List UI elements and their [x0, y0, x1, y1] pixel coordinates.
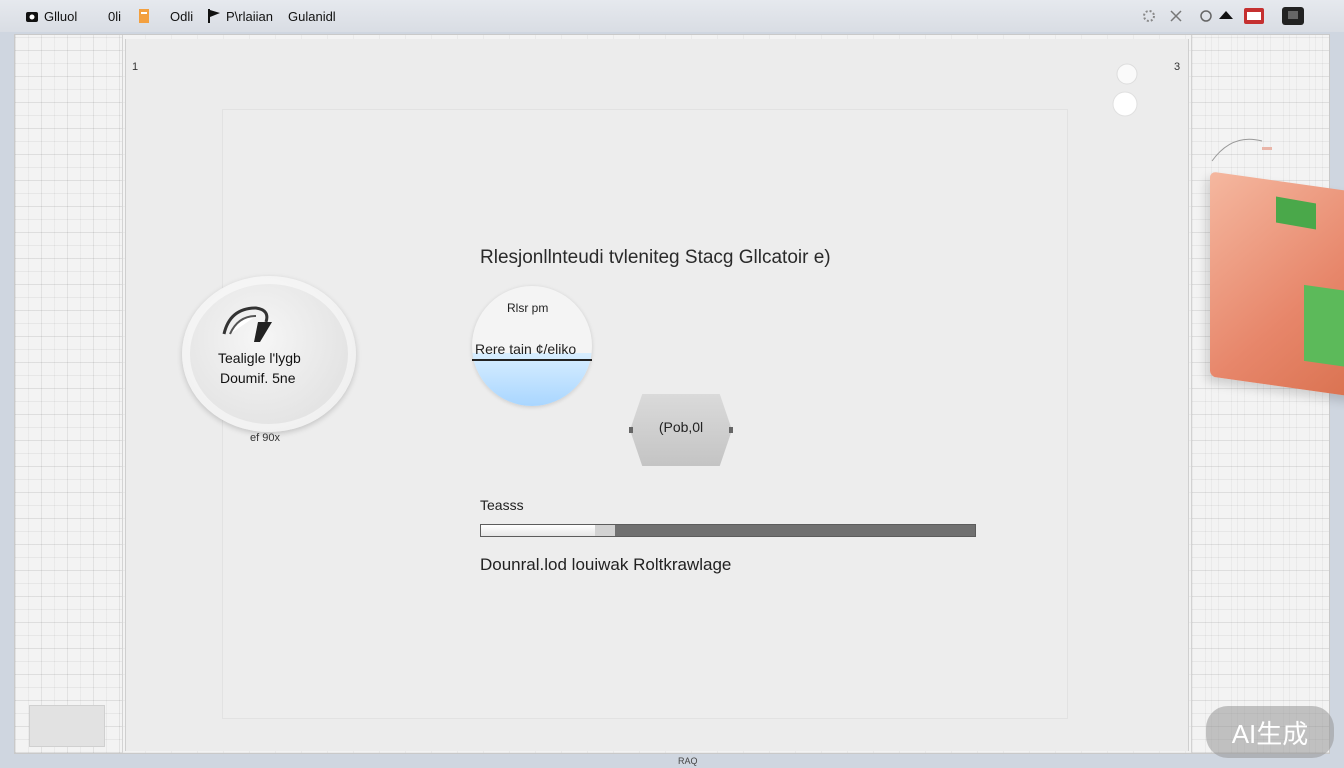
flag-icon: [206, 8, 222, 24]
bird-icon[interactable]: [1216, 7, 1236, 25]
menu-item-0li[interactable]: 0li: [108, 7, 121, 25]
page-title: Rlesjonllnteudi tvleniteg Stacg Gllcatoi…: [480, 247, 831, 268]
menu-item-odli[interactable]: Odli: [136, 7, 193, 25]
progress-fill: [481, 525, 595, 536]
knob-top-label: Rlsr pm: [507, 301, 549, 315]
menu-label: Gulanidl: [288, 8, 336, 24]
menu-item-planner[interactable]: P\rlaiian: [206, 7, 273, 25]
download-status-text: Dounral.lod louiwak Roltkrawlage: [480, 555, 732, 574]
right-panel: [1191, 35, 1329, 753]
octagon-handle-left: [629, 427, 633, 433]
home-icon: [24, 8, 40, 24]
menu-item-glluol[interactable]: Glluol: [24, 7, 77, 25]
thumbnail-box[interactable]: [29, 705, 105, 747]
progress-fill-edge: [595, 525, 615, 536]
canvas-tool-icon[interactable]: [1112, 60, 1142, 125]
green-panel-graphic: [1304, 284, 1344, 368]
watermark-badge: AI生成: [1206, 706, 1334, 758]
octagon-handle-right: [729, 427, 733, 433]
menu-label: Glluol: [44, 8, 78, 24]
menu-label: 0li: [108, 8, 122, 24]
ruler-number-left: 1: [132, 61, 139, 73]
ear-icon: [220, 302, 282, 349]
knob-divider: [472, 359, 592, 361]
bottom-caption: RAQ: [678, 756, 698, 766]
circle-icon[interactable]: [1196, 7, 1216, 25]
close-icon[interactable]: [1166, 7, 1186, 25]
document-icon: [136, 8, 152, 24]
badge-icon[interactable]: [1242, 6, 1266, 26]
menu-label: P\rlaiian: [226, 8, 273, 24]
disc-caption: ef 90x: [250, 432, 280, 444]
panel-tick-marks: [1202, 133, 1282, 165]
disc-label-line1: Tealigle l'lygb: [218, 350, 301, 366]
knob-label: Rere tain ¢/eliko: [475, 341, 577, 357]
menu-item-gulanidl[interactable]: Gulanidl: [288, 7, 336, 25]
progress-label: Teasss: [480, 497, 524, 513]
progress-bar[interactable]: [480, 524, 976, 537]
ruler-number-right: 3: [1174, 61, 1181, 73]
top-menu-bar: Glluol 0li Odli P\rlaiian Gulanidl: [0, 0, 1344, 32]
menu-label: Odli: [170, 8, 194, 24]
disc-label-line2: Doumif. 5ne: [220, 370, 296, 386]
knob-fill: [472, 353, 592, 406]
settings-icon[interactable]: [1138, 7, 1160, 25]
left-ruler-panel: [15, 35, 123, 753]
account-icon[interactable]: [1280, 6, 1306, 26]
octagon-button[interactable]: (Pob,0l: [630, 394, 732, 466]
toolbar-right: [1138, 6, 1306, 26]
